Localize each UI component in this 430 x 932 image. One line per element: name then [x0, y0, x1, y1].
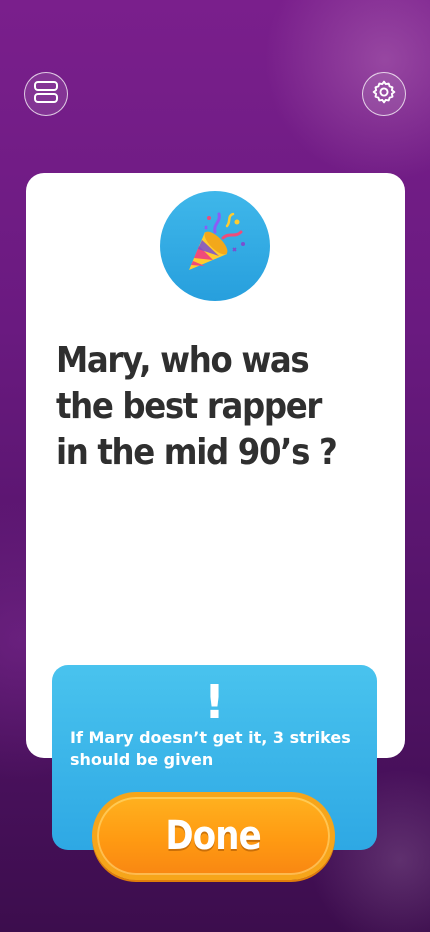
- settings-button[interactable]: [362, 72, 406, 116]
- layers-button[interactable]: [24, 72, 68, 116]
- emoji-badge: [160, 191, 270, 301]
- question-text: Mary, who was the best rapper in the mid…: [56, 340, 338, 473]
- party-popper-icon: [175, 204, 255, 288]
- layers-icon: [33, 79, 59, 109]
- exclamation-icon: !: [204, 675, 225, 729]
- gear-icon: [371, 79, 397, 109]
- info-text: If Mary doesn’t get it, 3 strikes should…: [70, 728, 351, 769]
- done-button[interactable]: Done: [92, 792, 335, 880]
- done-button-label: Done: [165, 813, 262, 859]
